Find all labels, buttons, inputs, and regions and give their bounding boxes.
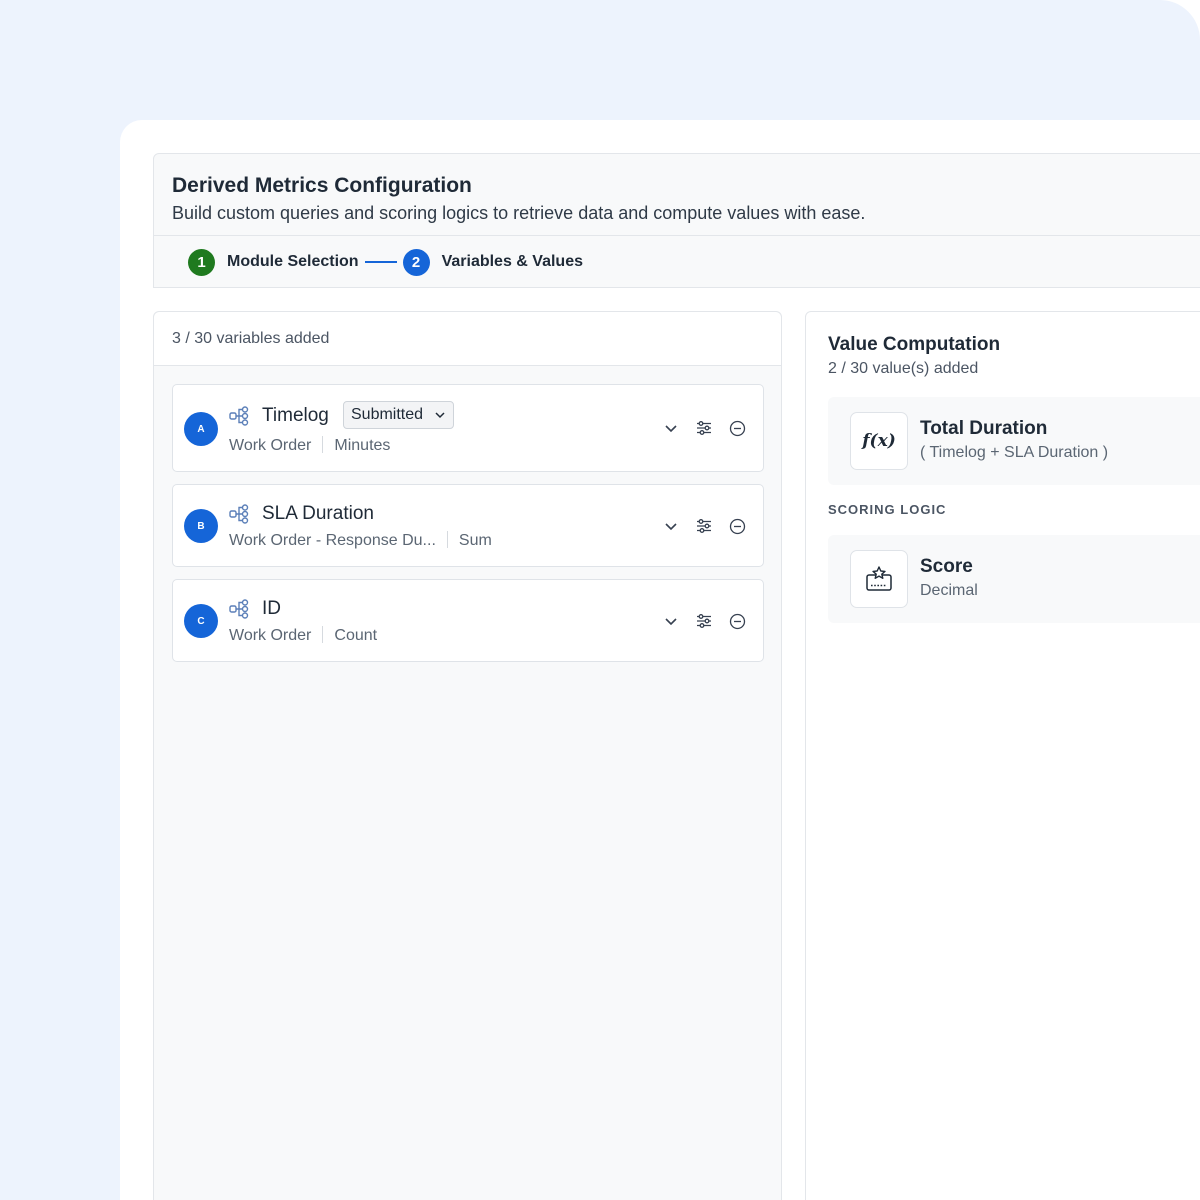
variable-name: Timelog xyxy=(262,405,329,426)
variable-name: ID xyxy=(262,598,281,619)
value-card-total-duration[interactable]: f(x) Total Duration ( Timelog + SLA Dura… xyxy=(828,397,1200,485)
variable-aggregation: Minutes xyxy=(334,437,391,454)
chevron-down-icon xyxy=(435,412,445,419)
expand-button[interactable] xyxy=(661,516,681,536)
scoring-type: Decimal xyxy=(920,582,978,599)
variable-meta: Work Order Minutes xyxy=(229,436,390,455)
chevron-down-icon xyxy=(665,425,677,433)
step-1-number[interactable]: 1 xyxy=(188,248,215,276)
remove-button[interactable] xyxy=(727,611,747,631)
variable-card-a[interactable]: A Timelog Submitted Work Order Minutes xyxy=(172,384,764,472)
page-subtitle: Build custom queries and scoring logics … xyxy=(172,203,866,223)
step-2-label[interactable]: Variables & Values xyxy=(442,253,583,271)
chevron-down-icon xyxy=(665,618,677,626)
value-formula: ( Timelog + SLA Duration ) xyxy=(920,444,1109,461)
variable-actions xyxy=(648,516,747,536)
scoring-name: Score xyxy=(920,556,973,577)
variable-actions xyxy=(648,611,747,631)
step-1-label[interactable]: Module Selection xyxy=(227,253,359,271)
remove-button[interactable] xyxy=(727,516,747,536)
chevron-down-icon xyxy=(665,523,677,531)
variable-badge: C xyxy=(184,604,218,638)
scoring-card-icon-graphic xyxy=(866,566,892,591)
settings-button[interactable] xyxy=(694,418,714,438)
variables-count: 3 / 30 variables added xyxy=(172,330,330,347)
variable-actions xyxy=(648,418,747,438)
value-name: Total Duration xyxy=(920,418,1048,439)
variable-module: Work Order - Response Du... xyxy=(229,532,436,549)
meta-separator xyxy=(322,626,324,643)
app-window: Derived Metrics Configuration Build cust… xyxy=(120,120,1200,1200)
variable-aggregation: Sum xyxy=(458,532,492,549)
stepper: 1 Module Selection 2 Variables & Values xyxy=(188,248,583,276)
sliders-icon xyxy=(697,614,711,628)
meta-separator xyxy=(446,531,448,548)
variable-module: Work Order xyxy=(229,627,312,644)
value-computation-panel: Value Computation 2 / 30 value(s) added … xyxy=(805,311,1200,1200)
variable-card-b[interactable]: B SLA Duration Work Order - Response Du.… xyxy=(172,484,764,567)
status-filter-dropdown[interactable]: Submitted xyxy=(343,401,455,429)
expand-button[interactable] xyxy=(661,418,681,438)
function-icon: f(x) xyxy=(850,412,908,470)
value-count: 2 / 30 value(s) added xyxy=(828,360,979,377)
value-computation-title: Value Computation xyxy=(828,334,1001,355)
minus-circle-icon xyxy=(729,518,745,534)
variable-badge: B xyxy=(184,509,218,543)
meta-separator xyxy=(322,436,324,453)
scoring-card-score[interactable]: Score Decimal xyxy=(828,535,1200,623)
config-header-panel: Derived Metrics Configuration Build cust… xyxy=(153,153,1200,288)
scoring-logic-heading: SCORING LOGIC xyxy=(828,502,947,517)
module-tree-icon xyxy=(229,406,249,426)
settings-button[interactable] xyxy=(694,516,714,536)
minus-circle-icon xyxy=(729,420,745,436)
scoring-card-icon xyxy=(850,550,908,608)
expand-button[interactable] xyxy=(661,611,681,631)
variables-header: 3 / 30 variables added xyxy=(154,312,781,366)
variable-aggregation: Count xyxy=(334,627,378,644)
page-title: Derived Metrics Configuration xyxy=(172,174,472,197)
stepper-connector xyxy=(364,261,397,263)
variable-meta: Work Order - Response Du... Sum xyxy=(229,531,492,550)
minus-circle-icon xyxy=(729,613,745,629)
module-tree-icon xyxy=(229,504,249,524)
step-2-number[interactable]: 2 xyxy=(402,248,430,276)
sliders-icon xyxy=(697,421,711,435)
variable-meta: Work Order Count xyxy=(229,626,377,645)
sliders-icon xyxy=(697,519,711,533)
variables-panel: 3 / 30 variables added A Timelog Submitt… xyxy=(153,311,782,1200)
variable-badge: A xyxy=(184,412,218,446)
status-filter-value: Submitted xyxy=(351,406,424,423)
divider xyxy=(154,235,1200,236)
settings-button[interactable] xyxy=(694,611,714,631)
variable-name: SLA Duration xyxy=(262,503,374,524)
module-tree-icon xyxy=(229,599,249,619)
function-icon-label: f(x) xyxy=(862,431,896,451)
variable-module: Work Order xyxy=(229,437,312,454)
variable-card-c[interactable]: C ID Work Order Count xyxy=(172,579,764,662)
remove-button[interactable] xyxy=(727,418,747,438)
